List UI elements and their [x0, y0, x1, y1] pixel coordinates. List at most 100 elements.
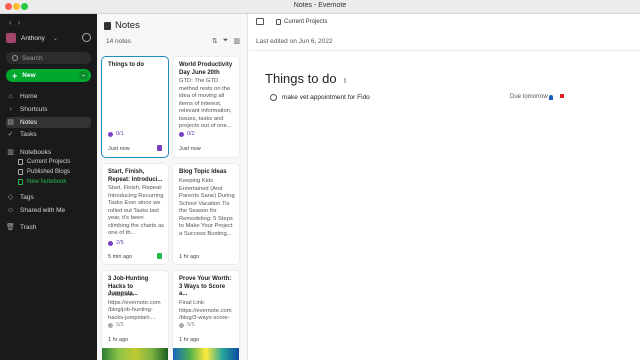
sidebar-item-tasks[interactable]: ✓ Tasks	[6, 129, 91, 140]
note-card-date: Just now	[179, 146, 201, 152]
task-progress: 0/2	[187, 131, 195, 137]
notebook-label: Current Projects	[27, 159, 71, 165]
note-card-snippet: Start, Finish, Repeat: Introducing Recur…	[108, 185, 165, 236]
gear-icon[interactable]	[82, 33, 91, 42]
notebook-icon: ▥	[7, 149, 14, 156]
back-arrow-icon[interactable]: ‹	[9, 18, 12, 27]
notes-icon	[104, 21, 111, 30]
search-icon	[12, 55, 18, 61]
forward-arrow-icon[interactable]: ›	[18, 18, 21, 27]
shared-icon: ☺	[6, 207, 15, 214]
task-progress: 0/1	[116, 131, 124, 137]
text-cursor-icon: I	[344, 78, 346, 85]
history-nav: ‹ ›	[9, 18, 26, 27]
filter-icon[interactable]: ⏷	[223, 37, 229, 45]
task-progress: 2/5	[116, 240, 124, 246]
breadcrumb-notebook: Current Projects	[284, 18, 328, 25]
notebook-label: Published Blogs	[27, 169, 71, 175]
star-icon: ›	[9, 106, 12, 113]
new-button[interactable]: + New ⌄	[6, 69, 91, 82]
account-switcher[interactable]: Anthony ⌄	[6, 33, 58, 43]
note-count: 14 notes	[106, 38, 131, 45]
search-input[interactable]: Search	[6, 52, 91, 64]
task-progress-badge: 0/2	[179, 131, 195, 137]
note-card-snippet: Final Link: https://evernote.com /blog/j…	[108, 292, 161, 321]
note-thumbnail[interactable]	[173, 348, 239, 360]
trash-icon: 🗑	[6, 224, 15, 231]
note-card-date: 1 hr ago	[179, 254, 200, 260]
sidebar-item-shortcuts[interactable]: › Shortcuts	[6, 104, 91, 115]
search-placeholder: Search	[22, 54, 43, 62]
note-card-title: World Productivity Day June 20th	[179, 62, 233, 76]
notes-list-tools: ⇅ ⏷ ▥	[212, 37, 240, 45]
note-card[interactable]: Prove Your Worth: 3 Ways to Score a... F…	[173, 271, 239, 356]
page-title: Notes	[115, 20, 140, 31]
note-card-title: Things to do	[108, 62, 144, 68]
sidebar-item-notes[interactable]: ▤ Notes	[6, 117, 91, 128]
tag-icon: ◇	[7, 194, 14, 201]
note-editor: Current Projects Last edited on Jun 6, 2…	[249, 14, 640, 360]
expand-icon[interactable]	[256, 18, 264, 25]
sidebar-item-home[interactable]: ⌂ Home	[6, 91, 91, 102]
window-title: Notes - Evernote	[293, 2, 347, 9]
task-progress-badge: 5/5	[108, 322, 124, 328]
note-type-icon	[157, 145, 162, 151]
divider	[249, 50, 640, 51]
sidebar-item-label: Shared with Me	[20, 207, 66, 214]
sidebar-item-label: Notebooks	[20, 149, 52, 156]
note-title[interactable]: Things to do	[265, 71, 337, 86]
task-checkbox[interactable]	[270, 93, 277, 101]
task-progress-badge: 5/5	[179, 322, 195, 328]
note-thumbnail[interactable]	[102, 348, 168, 360]
note-card[interactable]: Things to do 0/1 Just now	[102, 57, 168, 157]
sort-icon[interactable]: ⇅	[212, 37, 218, 45]
sidebar-item-notebooks[interactable]: ▥ Notebooks	[6, 147, 91, 158]
sidebar-item-tags[interactable]: ◇ Tags	[6, 192, 91, 203]
flag-icon[interactable]	[560, 94, 564, 98]
editor-toolbar: Current Projects	[249, 14, 640, 29]
sidebar-item-label: Home	[20, 93, 38, 100]
notebook-item[interactable]: Current Projects	[18, 159, 70, 165]
note-card[interactable]: Blog Topic Ideas Keeping Kids Entertaine…	[173, 164, 239, 264]
task-text[interactable]: make vet appointment for Fido	[282, 94, 370, 101]
notebook-icon	[18, 159, 23, 165]
notebook-label: New Notebook	[27, 179, 67, 185]
chevron-down-icon: ⌄	[52, 35, 58, 42]
task-icon	[179, 131, 184, 137]
notebook-icon	[276, 18, 281, 25]
note-card[interactable]: 3 Job-Hunting Hacks to Jumpsta... Final …	[102, 271, 168, 356]
sidebar-item-shared[interactable]: ☺ Shared with Me	[6, 205, 91, 216]
avatar	[6, 33, 16, 43]
note-card-title: Blog Topic Ideas	[179, 169, 227, 175]
note-card-snippet: Keeping Kids Entertained (And Parents Sa…	[179, 178, 235, 237]
sidebar-item-label: Shortcuts	[20, 106, 48, 113]
note-card-snippet: Final Link: https://evernote.com /blog/3…	[179, 300, 232, 321]
view-options-icon[interactable]: ▥	[233, 37, 240, 45]
chevron-down-icon[interactable]: ⌄	[79, 71, 88, 80]
new-notebook-link[interactable]: New Notebook	[18, 179, 66, 185]
sidebar-item-label: Tags	[20, 194, 34, 201]
reminder-icon[interactable]	[549, 95, 553, 100]
note-card-snippet: GTD: The GTD method rests on the idea of…	[179, 78, 232, 129]
task-icon	[108, 131, 113, 137]
task-progress: 5/5	[116, 322, 124, 328]
task-icon	[179, 322, 184, 328]
sidebar-item-trash[interactable]: 🗑 Trash	[6, 222, 91, 233]
task-due-date[interactable]: Due tomorrow	[510, 94, 548, 100]
task-progress: 5/5	[187, 322, 195, 328]
add-notebook-icon	[18, 179, 23, 185]
notebook-icon	[18, 169, 23, 175]
note-card[interactable]: World Productivity Day June 20th GTD: Th…	[173, 57, 239, 157]
task-icon	[108, 322, 113, 328]
notebook-item[interactable]: Published Blogs	[18, 169, 70, 175]
breadcrumb[interactable]: Current Projects	[276, 18, 328, 25]
task-progress-badge: 2/5	[108, 240, 124, 246]
plus-icon: +	[12, 70, 18, 81]
account-name: Anthony	[21, 34, 45, 42]
sidebar-item-label: Tasks	[20, 131, 37, 138]
sidebar: ‹ › Anthony ⌄ Search + New ⌄ ⌂ Home › Sho…	[0, 14, 97, 360]
notes-list-header: Notes	[104, 20, 140, 31]
note-card[interactable]: Start, Finish, Repeat: Introduci... Star…	[102, 164, 168, 264]
note-card-title: Prove Your Worth: 3 Ways to Score a...	[179, 276, 232, 297]
window-titlebar: Notes - Evernote	[0, 0, 640, 14]
